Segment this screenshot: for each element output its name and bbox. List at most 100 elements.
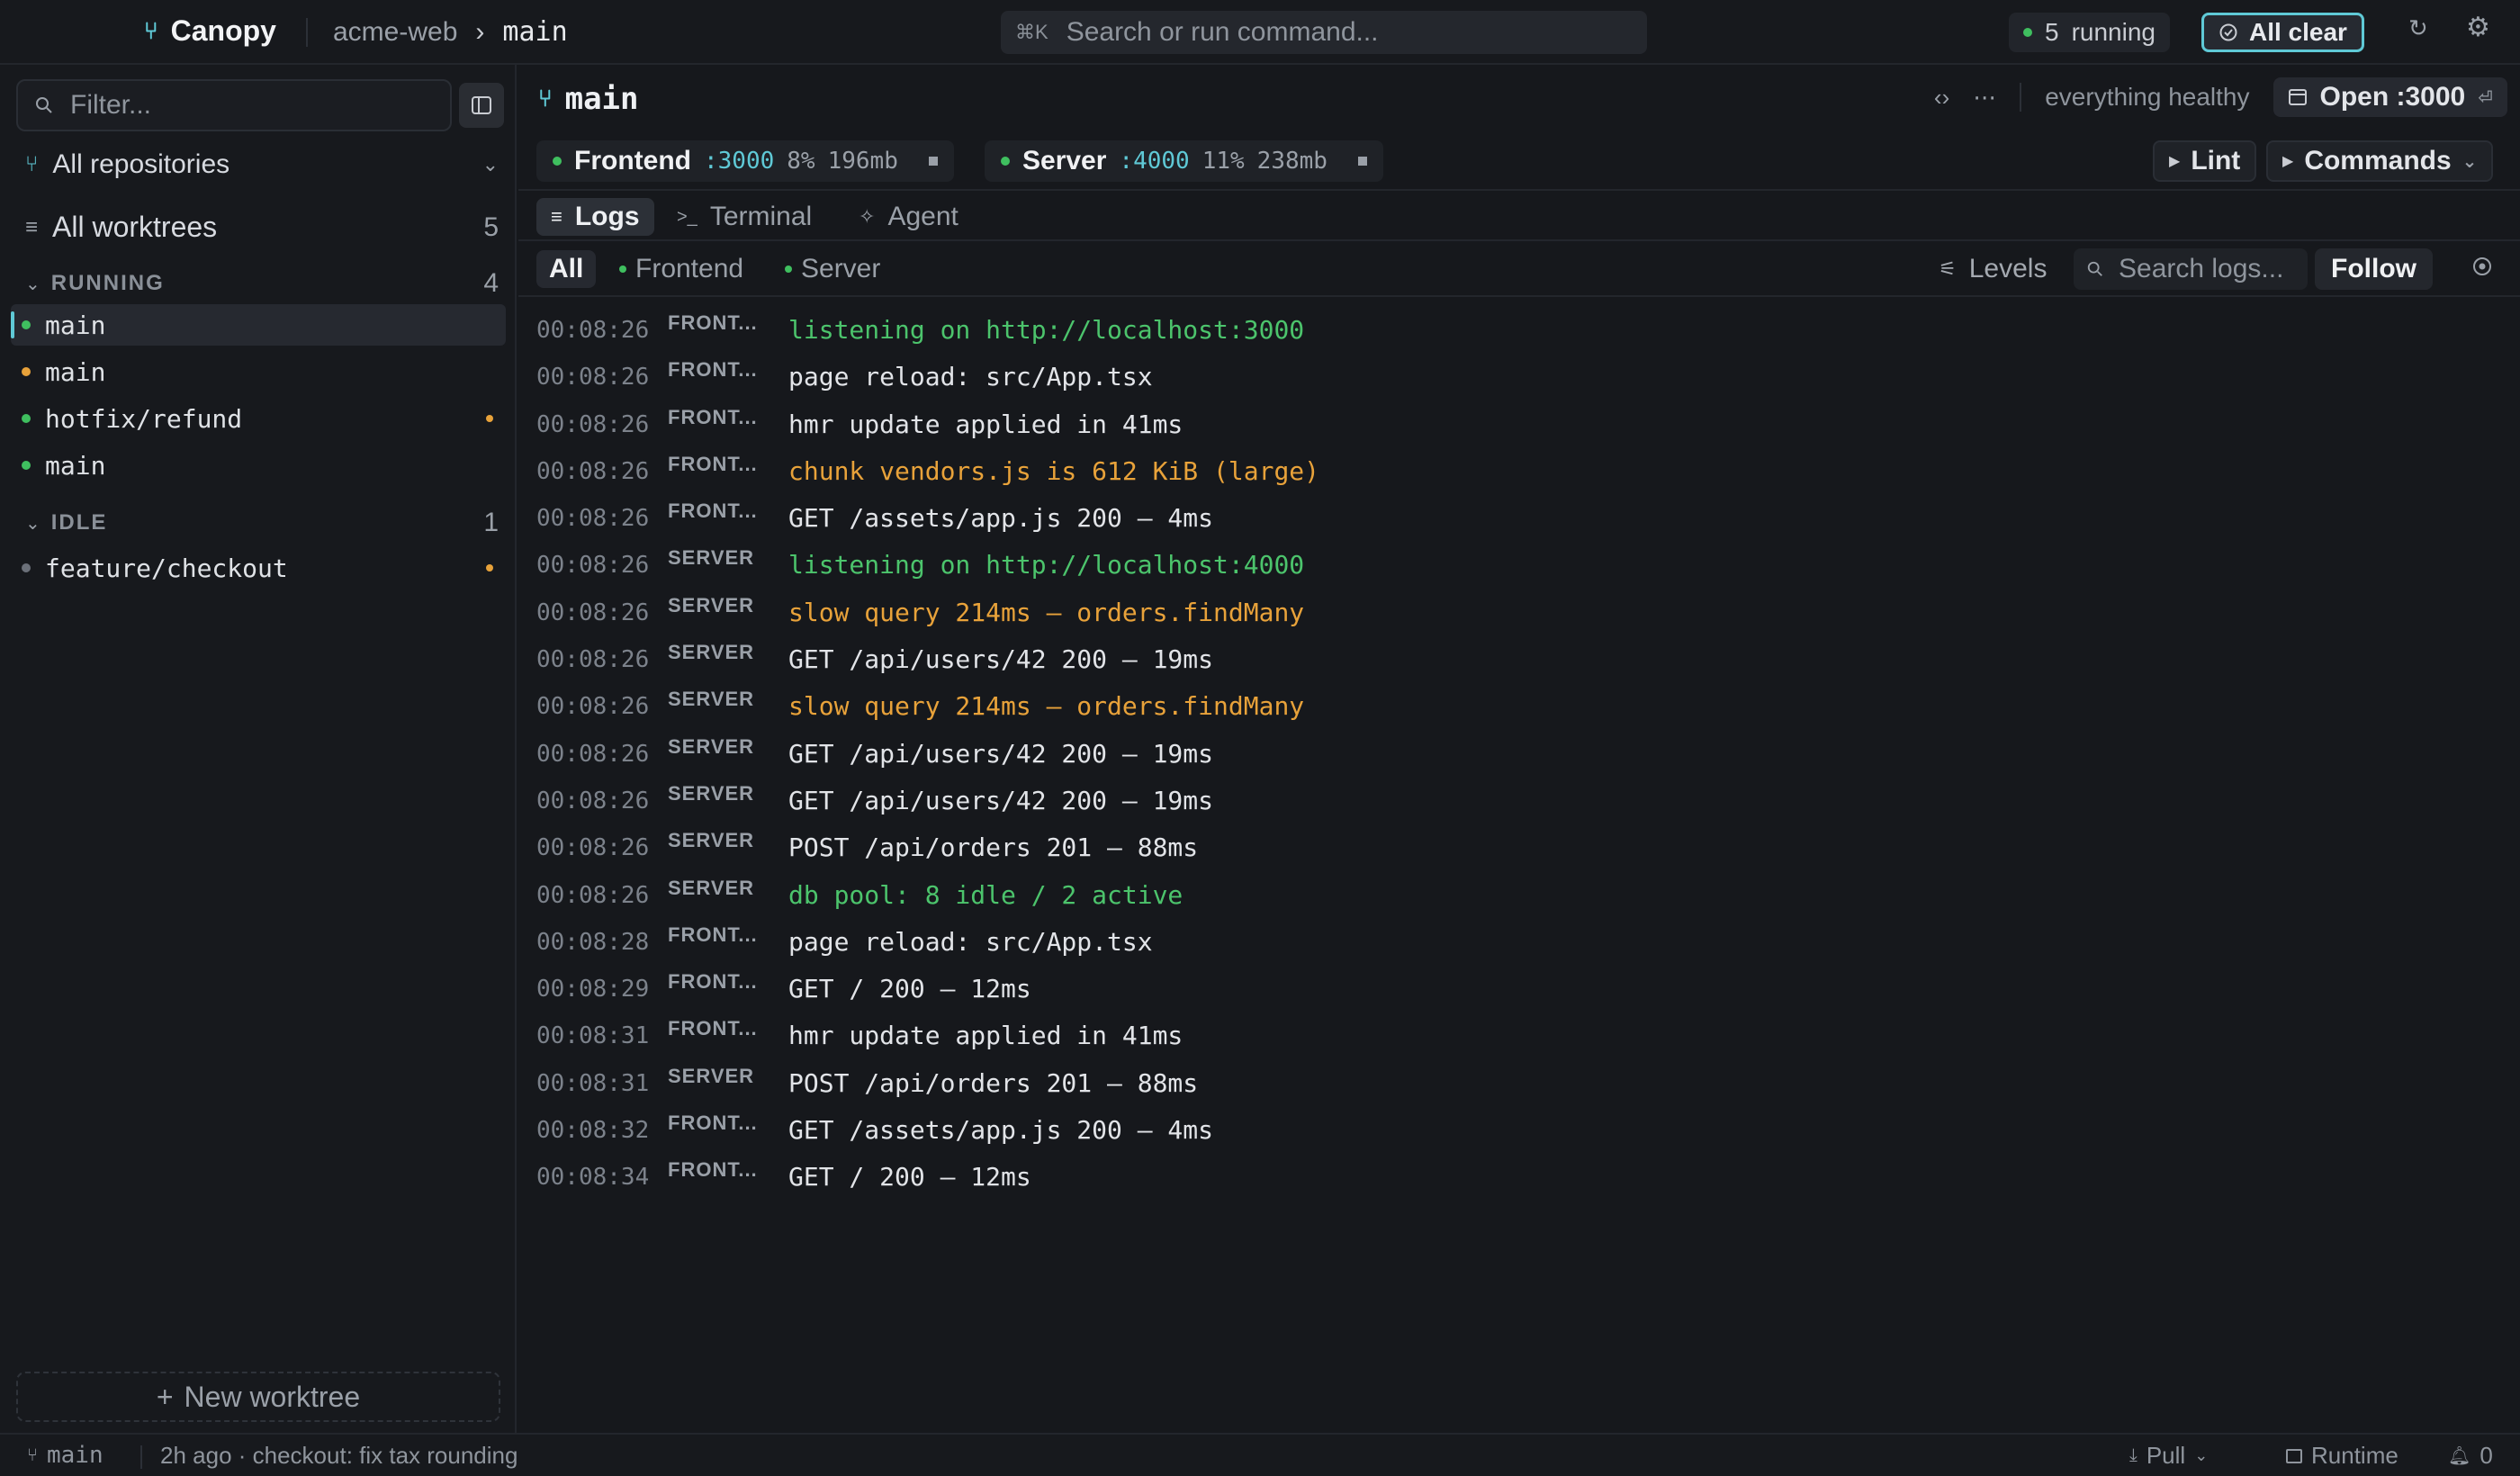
log-row[interactable]: 00:08:34 FRONT... GET / 200 — 12ms <box>536 1155 2498 1202</box>
log-timestamp: 00:08:34 <box>536 1164 650 1192</box>
tab-label: Terminal <box>709 202 813 231</box>
last-commit[interactable]: 2h ago · checkout: fix tax rounding <box>160 1442 518 1470</box>
runtime-label: Runtime <box>2311 1442 2398 1469</box>
running-section-header[interactable]: ⌄ RUNNING 4 <box>25 268 499 299</box>
stop-icon[interactable] <box>1357 157 1367 166</box>
log-row[interactable]: 00:08:26 FRONT... listening on http://loca… <box>536 308 2498 355</box>
logs-icon: ≡ <box>551 205 562 228</box>
log-message: chunk vendors.js is 612 KiB (large) <box>788 455 1320 486</box>
filter-all[interactable]: All <box>536 250 597 288</box>
log-timestamp: 00:08:26 <box>536 787 650 814</box>
branch-icon: ⑂ <box>27 1444 38 1465</box>
log-row[interactable]: 00:08:26 FRONT... GET /assets/app.js 200 —… <box>536 496 2498 543</box>
repo-selector[interactable]: ⑂ All repositories ⌄ <box>25 149 499 180</box>
status-dot-icon <box>22 461 31 470</box>
worktree-item[interactable]: feature/checkout <box>11 547 506 589</box>
refresh-icon[interactable]: ↻ <box>2408 16 2428 40</box>
log-row[interactable]: 00:08:26 SERVER slow query 214ms — orders.… <box>536 684 2498 731</box>
log-search-field[interactable] <box>2074 248 2308 290</box>
new-worktree-button[interactable]: + New worktree <box>16 1372 500 1422</box>
filter-input[interactable] <box>70 90 430 121</box>
chevron-down-icon: ⌄ <box>25 274 40 294</box>
tab-logs[interactable]: ≡ Logs <box>536 198 654 236</box>
log-source: FRONT... <box>668 452 758 475</box>
log-timestamp: 00:08:31 <box>536 1069 650 1097</box>
log-row[interactable]: 00:08:26 SERVER POST /api/orders 201 — 88m… <box>536 825 2498 872</box>
log-message: page reload: src/App.tsx <box>788 926 1153 957</box>
log-source: SERVER <box>668 781 755 805</box>
log-row[interactable]: 00:08:28 FRONT... page reload: src/App.tsx <box>536 920 2498 967</box>
chevron-down-icon: ⌄ <box>2462 151 2478 172</box>
notifications-button[interactable]: 🔔︎ 0 <box>2448 1442 2493 1470</box>
stop-icon[interactable] <box>928 157 938 166</box>
all-clear-button[interactable]: All clear <box>2201 13 2364 52</box>
command-input[interactable] <box>1066 17 1606 48</box>
service-cpu: 8% <box>787 148 815 175</box>
log-row[interactable]: 00:08:26 SERVER GET /api/users/42 200 — 19… <box>536 732 2498 778</box>
levels-button[interactable]: ⚟ Levels <box>1939 250 2047 288</box>
log-timestamp: 00:08:26 <box>536 740 650 768</box>
log-row[interactable]: 00:08:26 FRONT... page reload: src/App.tsx <box>536 355 2498 401</box>
running-status-pill[interactable]: 5 running <box>2009 13 2170 52</box>
open-app-label: Open :3000 <box>2319 82 2466 112</box>
idle-section-header[interactable]: ⌄ IDLE 1 <box>25 508 499 538</box>
toggle-sidebar-button[interactable] <box>459 83 504 128</box>
app-brand[interactable]: ⑂ Canopy <box>144 14 276 48</box>
running-count: 5 <box>2045 18 2059 46</box>
lint-button[interactable]: ▶ Lint <box>2153 140 2257 182</box>
breadcrumb-branch[interactable]: main <box>502 16 567 48</box>
all-worktrees-item[interactable]: ≡ All worktrees 5 <box>25 211 499 244</box>
log-message: db pool: 8 idle / 2 active <box>788 879 1184 910</box>
log-row[interactable]: 00:08:32 FRONT... GET /assets/app.js 200 —… <box>536 1108 2498 1155</box>
worktree-item[interactable]: main <box>11 445 506 486</box>
branch-icon: ⑂ <box>25 152 39 176</box>
log-row[interactable]: 00:08:26 FRONT... hmr update applied in 41… <box>536 402 2498 449</box>
worktree-item[interactable]: hotfix/refund <box>11 398 506 439</box>
filter-field[interactable] <box>16 79 452 131</box>
worktree-item[interactable]: main <box>11 304 506 346</box>
service-chip-frontend[interactable]: Frontend :3000 8% 196mb <box>536 140 954 182</box>
log-message: hmr update applied in 41ms <box>788 409 1184 439</box>
gear-icon[interactable]: ⚙ <box>2466 14 2490 41</box>
command-bar[interactable]: ⌘K <box>1001 11 1647 54</box>
service-port[interactable]: :3000 <box>704 148 774 175</box>
log-row[interactable]: 00:08:26 SERVER slow query 214ms — orders.… <box>536 590 2498 637</box>
follow-button[interactable]: Follow <box>2315 248 2433 290</box>
breadcrumb-repo[interactable]: acme-web <box>333 17 457 48</box>
log-row[interactable]: 00:08:26 SERVER db pool: 8 idle / 2 active <box>536 873 2498 920</box>
log-row[interactable]: 00:08:26 SERVER GET /api/users/42 200 — 19… <box>536 778 2498 825</box>
log-row[interactable]: 00:08:31 SERVER POST /api/orders 201 — 88m… <box>536 1061 2498 1108</box>
service-chip-server[interactable]: Server :4000 11% 238mb <box>985 140 1383 182</box>
filter-frontend[interactable]: Frontend <box>607 250 756 288</box>
tab-terminal[interactable]: >_ Terminal <box>662 198 826 236</box>
target-icon[interactable] <box>2470 254 2495 279</box>
open-app-button[interactable]: Open :3000 ⏎ <box>2272 77 2507 117</box>
log-search-input[interactable] <box>2119 254 2308 284</box>
runtime-button[interactable]: Runtime <box>2286 1442 2398 1470</box>
divider <box>2020 83 2022 112</box>
filter-server[interactable]: Server <box>772 250 893 288</box>
worktree-item[interactable]: main <box>11 351 506 392</box>
search-icon <box>36 97 52 113</box>
code-icon[interactable]: ‹› <box>1934 86 1949 109</box>
tab-agent[interactable]: ✧ Agent <box>844 198 973 236</box>
status-branch[interactable]: ⑂ main <box>27 1442 104 1469</box>
log-row[interactable]: 00:08:31 FRONT... hmr update applied in 41… <box>536 1013 2498 1060</box>
log-timestamp: 00:08:26 <box>536 646 650 674</box>
main-panel: ⑂ main ‹› ⋯ everything healthy Open :300… <box>518 65 2520 1433</box>
commands-button[interactable]: ▶ Commands ⌄ <box>2266 140 2494 182</box>
log-source: SERVER <box>668 546 755 570</box>
service-mem: 238mb <box>1256 148 1328 175</box>
pull-button[interactable]: ⤓ Pull ⌄ <box>2129 1442 2208 1470</box>
more-icon[interactable]: ⋯ <box>1973 86 1996 109</box>
worktree-name: main <box>45 450 106 481</box>
service-port[interactable]: :4000 <box>1119 148 1189 175</box>
log-row[interactable]: 00:08:29 FRONT... GET / 200 — 12ms <box>536 967 2498 1013</box>
log-row[interactable]: 00:08:26 FRONT... chunk vendors.js is 612 … <box>536 449 2498 496</box>
play-icon: ▶ <box>2169 154 2181 169</box>
log-row[interactable]: 00:08:26 SERVER listening on http://localh… <box>536 543 2498 590</box>
status-dot-icon <box>22 367 31 376</box>
log-row[interactable]: 00:08:26 SERVER GET /api/users/42 200 — 19… <box>536 637 2498 684</box>
log-source: SERVER <box>668 688 755 711</box>
log-source: FRONT... <box>668 500 758 523</box>
